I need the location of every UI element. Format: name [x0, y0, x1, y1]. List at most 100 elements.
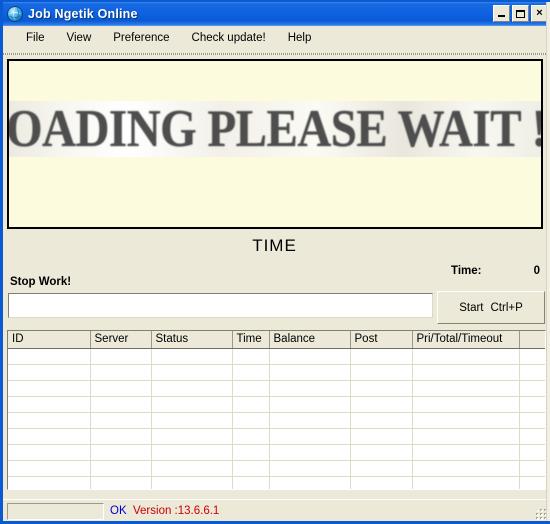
table-cell	[8, 460, 91, 477]
table-row[interactable]	[8, 348, 545, 365]
table-cell	[269, 364, 351, 381]
column-header-server[interactable]: Server	[90, 331, 152, 349]
table-cell	[151, 444, 233, 461]
table-cell	[90, 444, 152, 461]
table-cell	[8, 348, 91, 365]
column-header-post[interactable]: Post	[350, 331, 413, 349]
table-cell	[269, 460, 351, 477]
table-cell	[412, 412, 520, 429]
table-cell	[8, 364, 91, 381]
table-cell	[412, 396, 520, 413]
table-cell	[350, 364, 413, 381]
maximize-button[interactable]	[512, 5, 529, 22]
table-cell	[350, 396, 413, 413]
table-cell	[232, 476, 270, 489]
work-input[interactable]	[8, 293, 433, 318]
globe-icon	[7, 6, 23, 22]
table-cell	[519, 348, 545, 365]
table-cell	[232, 444, 270, 461]
jobs-table: ID Server Status Time Balance Post Pri/T…	[8, 331, 545, 489]
table-cell	[350, 380, 413, 397]
table-cell	[8, 380, 91, 397]
minimize-button[interactable]	[493, 5, 510, 22]
table-cell	[412, 380, 520, 397]
table-cell	[8, 444, 91, 461]
table-cell	[412, 348, 520, 365]
time-label: Time:	[451, 265, 482, 277]
table-row[interactable]	[8, 428, 545, 445]
table-cell	[412, 364, 520, 381]
status-ok-text: OK	[110, 505, 127, 517]
minimize-icon	[498, 15, 505, 17]
menu-separator	[3, 53, 550, 55]
stop-work-label: Stop Work!	[10, 276, 72, 288]
table-cell	[269, 428, 351, 445]
table-cell	[519, 428, 545, 445]
table-cell	[151, 380, 233, 397]
table-cell	[350, 444, 413, 461]
table-cell	[8, 476, 91, 489]
table-row[interactable]	[8, 412, 545, 429]
table-row[interactable]	[8, 460, 545, 477]
table-cell	[412, 460, 520, 477]
table-cell	[519, 460, 545, 477]
resize-grip-mask	[530, 503, 538, 511]
table-cell	[151, 476, 233, 489]
table-cell	[8, 428, 91, 445]
table-cell	[151, 348, 233, 365]
table-cell	[519, 412, 545, 429]
column-header-pri-total-timeout[interactable]: Pri/Total/Timeout	[412, 331, 520, 349]
table-row[interactable]	[8, 364, 545, 381]
maximize-icon	[516, 9, 525, 18]
table-cell	[90, 412, 152, 429]
table-cell	[90, 396, 152, 413]
column-header-balance[interactable]: Balance	[269, 331, 351, 349]
jobs-table-container[interactable]: ID Server Status Time Balance Post Pri/T…	[7, 330, 546, 490]
table-cell	[269, 444, 351, 461]
menu-item-check-update[interactable]: Check update!	[181, 29, 277, 47]
table-cell	[519, 396, 545, 413]
table-row[interactable]	[8, 444, 545, 461]
start-button-label: Start	[459, 301, 484, 314]
menu-item-view[interactable]: View	[56, 29, 103, 47]
menu-item-help[interactable]: Help	[277, 29, 323, 47]
window-controls: ×	[493, 5, 548, 22]
table-row[interactable]	[8, 380, 545, 397]
table-cell	[269, 380, 351, 397]
table-cell	[519, 364, 545, 381]
table-cell	[90, 364, 152, 381]
table-cell	[269, 396, 351, 413]
table-cell	[151, 364, 233, 381]
table-cell	[232, 364, 270, 381]
table-cell	[350, 476, 413, 489]
column-header-status[interactable]: Status	[151, 331, 233, 349]
table-cell	[412, 444, 520, 461]
title-bar[interactable]: Job Ngetik Online ×	[3, 2, 550, 26]
application-window: Job Ngetik Online × File View Preference…	[0, 0, 550, 524]
start-button[interactable]: Start Ctrl+P	[437, 291, 545, 324]
column-header-id[interactable]: ID	[8, 331, 91, 349]
table-row[interactable]	[8, 476, 545, 489]
table-cell	[519, 444, 545, 461]
close-icon: ×	[536, 7, 543, 19]
menu-item-preference[interactable]: Preference	[102, 29, 180, 47]
table-cell	[8, 412, 91, 429]
column-header-time[interactable]: Time	[232, 331, 270, 349]
window-title: Job Ngetik Online	[28, 7, 138, 21]
table-cell	[232, 380, 270, 397]
table-cell	[350, 428, 413, 445]
table-cell	[519, 380, 545, 397]
table-cell	[350, 412, 413, 429]
table-cell	[90, 428, 152, 445]
column-header-extra[interactable]	[519, 331, 545, 349]
table-cell	[232, 396, 270, 413]
table-cell	[90, 380, 152, 397]
start-button-shortcut: Ctrl+P	[490, 301, 523, 314]
table-row[interactable]	[8, 396, 545, 413]
table-cell	[269, 348, 351, 365]
table-cell	[151, 460, 233, 477]
menu-item-file[interactable]: File	[15, 29, 56, 47]
status-panel	[7, 503, 104, 520]
time-value: 0	[533, 265, 540, 277]
table-cell	[90, 460, 152, 477]
